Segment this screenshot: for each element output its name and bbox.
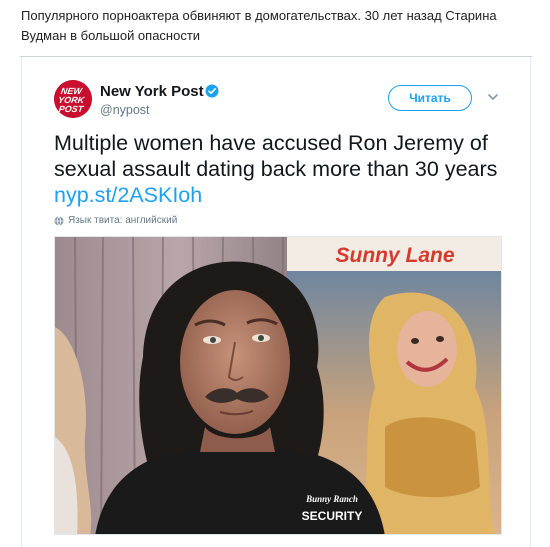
tweet-link[interactable]: nyp.st/2ASKIoh <box>54 183 202 207</box>
globe-icon <box>54 215 64 226</box>
tweet-text: Multiple women have accused Ron Jeremy o… <box>54 130 514 208</box>
poster-banner-text: Sunny Lane <box>335 244 454 267</box>
shirt-security-text: SECURITY <box>302 509 363 523</box>
photo-illustration: Sunny Lane Bunny Ranch SECURITY <box>55 237 501 534</box>
language-note: Язык твита: английский <box>54 215 177 226</box>
avatar[interactable]: NEW YORK POST <box>54 80 92 118</box>
follow-button[interactable]: Читать <box>388 85 472 111</box>
tweet-body: Multiple women have accused Ron Jeremy o… <box>54 131 498 181</box>
language-note-text: Язык твита: английский <box>68 215 178 226</box>
nypost-logo-icon: NEW YORK POST <box>54 80 92 118</box>
author-handle[interactable]: @nypost <box>100 103 150 117</box>
verified-badge-icon <box>205 84 219 98</box>
tweet-card: NEW YORK POST New York Post @nypost Чита… <box>21 57 531 547</box>
chevron-down-icon[interactable] <box>486 92 500 102</box>
post-caption: Популярного порноактера обвиняют в домог… <box>21 8 497 43</box>
avatar-text-3: POST <box>58 104 85 114</box>
shirt-logo-text: Bunny Ranch <box>305 494 358 504</box>
tweet-photo[interactable]: Sunny Lane Bunny Ranch SECURITY <box>54 236 502 535</box>
author-name[interactable]: New York Post <box>100 83 204 100</box>
